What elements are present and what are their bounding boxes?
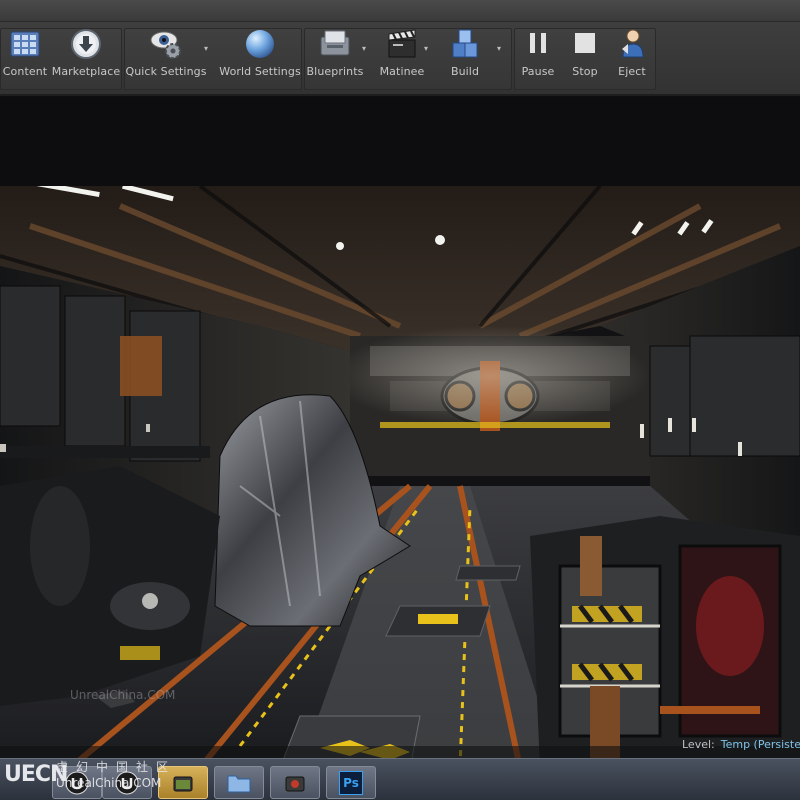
photoshop-icon-text: Ps	[343, 775, 359, 790]
eject-label: Eject	[618, 65, 646, 78]
quick-settings-label: Quick Settings	[125, 65, 207, 78]
build-label: Build	[450, 65, 480, 78]
eye-gear-icon	[149, 27, 183, 61]
blueprints-button[interactable]: Blueprints	[306, 22, 364, 84]
matinee-label: Matinee	[379, 65, 425, 78]
quick-settings-button[interactable]: Quick Settings	[125, 22, 207, 84]
pause-label: Pause	[521, 65, 555, 78]
world-settings-label: World Settings	[219, 65, 301, 78]
blueprints-dropdown-icon[interactable]: ▾	[362, 44, 366, 53]
download-icon	[69, 27, 103, 61]
quick-settings-dropdown-icon[interactable]: ▾	[204, 44, 208, 53]
title-bar	[0, 0, 800, 22]
stop-icon	[568, 27, 602, 61]
watermark-url: UnrealChina.COM	[56, 776, 162, 790]
matinee-button[interactable]: Matinee	[376, 22, 428, 84]
taskbar-explorer[interactable]	[214, 766, 264, 799]
level-value: Temp (Persistent)	[720, 738, 800, 751]
clapperboard-icon	[385, 27, 419, 61]
level-editor-toolbar: Content Marketplace Quick Settings ▾ Wor…	[0, 22, 800, 96]
matinee-dropdown-icon[interactable]: ▾	[424, 44, 428, 53]
globe-icon	[243, 27, 277, 61]
marketplace-label: Marketplace	[51, 65, 121, 78]
world-settings-button[interactable]: World Settings	[219, 22, 301, 84]
content-button[interactable]: Content	[2, 22, 48, 84]
eject-button[interactable]: Eject	[610, 22, 654, 84]
build-blocks-icon	[448, 27, 482, 61]
app-window-icon	[285, 776, 305, 791]
pause-icon	[521, 27, 555, 61]
stop-button[interactable]: Stop	[564, 22, 606, 84]
content-grid-icon	[8, 27, 42, 61]
watermark-chinese: 虚幻中国社区	[56, 760, 177, 774]
eject-user-icon	[615, 27, 649, 61]
folder-icon	[227, 775, 251, 792]
marketplace-button[interactable]: Marketplace	[51, 22, 121, 84]
blueprint-icon	[318, 27, 352, 61]
build-button[interactable]: Build	[440, 22, 490, 84]
stop-label: Stop	[572, 65, 598, 78]
level-label: Level:	[682, 738, 715, 751]
taskbar-app[interactable]	[270, 766, 320, 799]
taskbar-photoshop[interactable]: Ps	[326, 766, 376, 799]
blueprints-label: Blueprints	[306, 65, 364, 78]
build-dropdown-icon[interactable]: ▾	[497, 44, 501, 53]
sci-fi-hangar-scene	[0, 186, 800, 768]
content-label: Content	[2, 65, 48, 78]
photoshop-icon: Ps	[339, 770, 363, 795]
level-indicator: Level: Temp (Persistent)	[682, 738, 800, 751]
watermark-text: UnrealChina.COM	[70, 688, 176, 702]
level-viewport[interactable]: UnrealChina.COM Level: Temp (Persistent)	[0, 98, 800, 768]
pause-button[interactable]: Pause	[516, 22, 560, 84]
